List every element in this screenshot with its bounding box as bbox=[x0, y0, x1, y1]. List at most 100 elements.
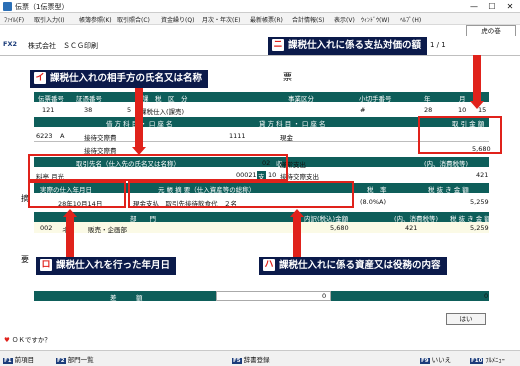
excl-amount-value: 5,259 bbox=[470, 198, 489, 206]
col-year: 年 bbox=[424, 95, 431, 103]
fkey-f9[interactable]: F9 いいえ bbox=[420, 354, 451, 364]
function-key-bar: F1 前項目 F2 部門一覧 F5 辞書登録 F9 いいえ F10 ﾌﾙﾒﾆｭｰ bbox=[0, 350, 520, 366]
annotation-ha: ハ課税仕入れに係る資産又は役務の内容 bbox=[259, 257, 447, 275]
tax-inner-header: (内、消費税等) bbox=[424, 160, 469, 168]
diff-value-2: 0 bbox=[484, 292, 489, 300]
menu-help[interactable]: ﾍﾙﾌﾟ(H) bbox=[400, 15, 421, 24]
window-title: 伝票（1伝票型） bbox=[15, 3, 69, 11]
minimize-button[interactable]: — bbox=[466, 1, 482, 12]
fkey-f5[interactable]: F5 辞書登録 bbox=[232, 354, 270, 364]
annotation-ni-mark: ニ bbox=[272, 38, 284, 51]
dept-excl: 5,259 bbox=[470, 224, 489, 232]
form-title: 票 bbox=[283, 73, 293, 83]
fkey-f10-label: ﾌﾙﾒﾆｭｰ bbox=[485, 356, 505, 364]
company-name: 株式会社 ＳＣＧ印刷 bbox=[28, 42, 98, 50]
menu-totals[interactable]: 合計情報(S) bbox=[292, 15, 325, 24]
voucher-no-value[interactable]: 121 bbox=[42, 106, 54, 114]
month-value[interactable]: 10 bbox=[458, 106, 466, 114]
arrow-i-shaft bbox=[135, 88, 143, 148]
fkey-f2-key: F2 bbox=[56, 358, 66, 364]
debit-code[interactable]: 6223 bbox=[36, 132, 53, 140]
credit-header: 貸 方 科 目 ・ 口 座 名 bbox=[259, 120, 326, 128]
menu-window[interactable]: ｳｨﾝﾄﾞｳ(W) bbox=[361, 15, 390, 24]
menu-input[interactable]: 取引入力(I) bbox=[34, 15, 64, 24]
fkey-f9-label: いいえ bbox=[431, 356, 452, 364]
fkey-f1[interactable]: F1 前項目 bbox=[3, 354, 34, 364]
menu-books[interactable]: 帳簿参照(K) bbox=[79, 15, 112, 24]
dept-tax: 421 bbox=[405, 224, 418, 232]
arrow-i-head bbox=[132, 147, 146, 155]
diff-header: 差 額 bbox=[110, 294, 143, 302]
fkey-f2[interactable]: F2 部門一覧 bbox=[56, 354, 94, 364]
menu-view[interactable]: 表示(V) bbox=[334, 15, 355, 24]
date-highlight bbox=[28, 181, 126, 208]
diff-value-1: 0 bbox=[322, 292, 327, 300]
diff-field-1 bbox=[216, 291, 331, 301]
annotation-i-mark: イ bbox=[34, 71, 46, 84]
arrow-ni-head bbox=[470, 101, 484, 109]
maximize-button[interactable]: ☐ bbox=[484, 1, 500, 12]
fkey-f1-label: 前項目 bbox=[14, 356, 35, 364]
annotation-i-text: 課税仕入れの相手方の氏名又は名称 bbox=[50, 73, 203, 84]
annotation-ni: ニ課税仕入れに係る支払対価の額 bbox=[268, 37, 428, 55]
menu-bar: ﾌｧｲﾙ(F) 取引入力(I) 帳簿参照(K) 取引照合(C) 資金繰り(Q) … bbox=[0, 13, 520, 25]
menu-cash[interactable]: 資金繰り(Q) bbox=[161, 15, 194, 24]
title-bar: 伝票（1伝票型） — ☐ ✕ bbox=[0, 0, 520, 13]
fkey-f5-key: F5 bbox=[232, 358, 242, 364]
dept-amount: 5,680 bbox=[330, 224, 349, 232]
dept-name: 販売・企画部 bbox=[88, 226, 127, 234]
col-tax-class: 課 税 区 分 bbox=[142, 95, 188, 103]
row1-header-band: 伝票番号 証憑番号 課 税 区 分 事業区分 小切手番号 年 月 bbox=[34, 92, 489, 103]
excl-header: 税 抜 き 金 額 bbox=[428, 186, 469, 194]
fkey-f9-key: F9 bbox=[420, 358, 430, 364]
heart-icon: ♥ bbox=[4, 336, 10, 344]
voucher-page: 1 / 1 bbox=[430, 41, 446, 49]
confirm-text: ＯＫですか？ bbox=[11, 336, 51, 344]
check-no-value[interactable]: # bbox=[360, 106, 365, 114]
side-label-yo: 要 bbox=[21, 255, 29, 264]
debit-flag: A bbox=[60, 132, 65, 140]
annotation-ro: ロ課税仕入れを行った年月日 bbox=[36, 257, 177, 275]
tax-class-name: 課税仕入(課売) bbox=[140, 108, 185, 116]
amount-highlight bbox=[418, 116, 502, 154]
annotation-ha-text: 課税仕入れに係る資産又は役務の内容 bbox=[279, 260, 441, 271]
dept-code[interactable]: 002 bbox=[40, 224, 52, 232]
arrow-ha-shaft bbox=[293, 216, 301, 257]
credit-code[interactable]: 1111 bbox=[229, 132, 246, 140]
arrow-ro-shaft bbox=[66, 216, 74, 257]
menu-monthly[interactable]: 月次・年次(E) bbox=[202, 15, 240, 24]
annotation-ro-mark: ロ bbox=[40, 258, 52, 271]
evidence-no-value[interactable]: 38 bbox=[84, 106, 92, 114]
yes-button[interactable]: はい bbox=[446, 313, 486, 325]
tab-toranomaki[interactable]: 虎の巻 bbox=[466, 25, 516, 36]
annotation-ro-text: 課税仕入れを行った年月日 bbox=[56, 260, 171, 271]
rate-header: 税 率 bbox=[367, 186, 387, 194]
confirm-prompt: ♥ ＯＫですか？ bbox=[4, 334, 51, 344]
app-code: FX2 bbox=[3, 40, 17, 48]
menu-file[interactable]: ﾌｧｲﾙ(F) bbox=[4, 15, 24, 24]
col-check-no: 小切手番号 bbox=[359, 95, 392, 103]
partner-highlight bbox=[28, 154, 288, 181]
close-button[interactable]: ✕ bbox=[502, 1, 518, 12]
arrow-ni-shaft bbox=[473, 55, 481, 102]
dept-header-band: 部 門 内訳(税込)金額 (内、消費税等) 税 抜 き 金 額 bbox=[34, 212, 491, 223]
col-evidence-no: 証憑番号 bbox=[76, 95, 102, 103]
annotation-ha-mark: ハ bbox=[263, 258, 275, 271]
fkey-f10-key: F10 bbox=[470, 358, 484, 364]
col-business-class: 事業区分 bbox=[288, 95, 314, 103]
memo-highlight bbox=[128, 181, 354, 208]
annotation-ni-text: 課税仕入れに係る支払対価の額 bbox=[288, 40, 422, 51]
fkey-f5-label: 辞書登録 bbox=[243, 356, 270, 364]
fkey-f10[interactable]: F10 ﾌﾙﾒﾆｭｰ bbox=[470, 354, 505, 364]
fkey-f1-key: F1 bbox=[3, 358, 13, 364]
menu-match[interactable]: 取引照合(C) bbox=[117, 15, 150, 24]
annotation-i: イ課税仕入れの相手方の氏名又は名称 bbox=[30, 70, 209, 88]
tax-class-code[interactable]: 5 bbox=[127, 106, 131, 114]
year-value[interactable]: 28 bbox=[424, 106, 432, 114]
col-month: 月 bbox=[459, 95, 466, 103]
col-voucher-no: 伝票番号 bbox=[38, 95, 64, 103]
tax-inner-value: 421 bbox=[476, 171, 489, 179]
fkey-f2-label: 部門一覧 bbox=[67, 356, 94, 364]
app-icon bbox=[3, 2, 12, 11]
menu-reports[interactable]: 最新帳票(R) bbox=[250, 15, 283, 24]
